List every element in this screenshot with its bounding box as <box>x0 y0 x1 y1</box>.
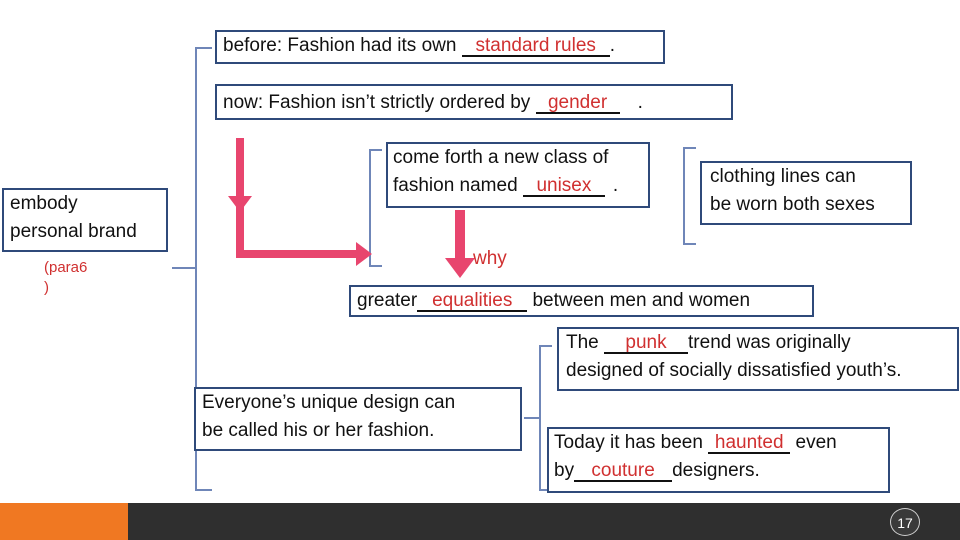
unisex-blank: unisex <box>522 175 605 197</box>
before-suffix: . <box>609 35 615 56</box>
unisex-bracket <box>369 149 382 267</box>
now-suffix: . <box>637 92 643 113</box>
punk-line-1: The punk trend was originally <box>566 329 951 357</box>
punk-blank: punk <box>604 332 689 354</box>
para-note-line-1: (para6 <box>44 259 88 276</box>
haunted-answer: haunted <box>714 432 784 453</box>
equality-answer: equalities <box>432 290 513 311</box>
before-blank: standard rules <box>461 35 610 57</box>
clothing-bracket <box>683 147 696 245</box>
equality-text: greater <box>357 290 418 311</box>
unique-line-2: be called his or her fashion. <box>202 420 435 441</box>
punk-text: The <box>566 332 605 353</box>
before-box: before: Fashion had its own standard rul… <box>215 30 665 64</box>
unisex-text: fashion named <box>393 175 523 196</box>
couture-answer: couture <box>591 460 655 481</box>
before-text: before: Fashion had its own <box>223 35 462 56</box>
haunted-blank: haunted <box>708 432 791 454</box>
clothing-line-2: be worn both sexes <box>710 194 875 215</box>
l-arrow-pink <box>236 138 372 266</box>
footer-accent-bar <box>0 503 128 540</box>
punk-line-2: designed of socially dissatisfied youth’… <box>566 360 902 381</box>
now-answer: gender <box>547 92 608 113</box>
clothing-line-1: clothing lines can <box>710 166 856 187</box>
para-note-line-2: ) <box>44 279 49 296</box>
haunted-text: Today it has been <box>554 432 709 453</box>
haunted-suffix: even <box>790 432 837 453</box>
equality-blank: equalities <box>417 290 528 312</box>
unisex-suffix: . <box>612 175 619 196</box>
now-box: now: Fashion isn’t strictly ordered by g… <box>215 84 733 120</box>
para-note: (para6 ) <box>44 258 87 298</box>
haunted-line-2: by couture designers. <box>554 457 882 485</box>
unisex-line-1: come forth a new class of <box>393 147 609 168</box>
haunted-box: Today it has been haunted even by couture… <box>547 427 890 493</box>
punk-suffix: trend was originally <box>688 332 851 353</box>
footer-bar <box>128 503 960 540</box>
couture-blank: couture <box>574 460 673 482</box>
equality-suffix: between men and women <box>527 290 751 311</box>
embody-box: embody personal brand <box>2 188 168 252</box>
punk-box: The punk trend was originally designed of… <box>557 327 959 391</box>
unique-line-1: Everyone’s unique design can <box>202 392 456 413</box>
unisex-line-2: fashion named unisex. <box>393 172 642 200</box>
now-text: now: Fashion isn’t strictly ordered by <box>223 92 536 113</box>
why-arrow-pink <box>445 210 475 278</box>
unisex-box: come forth a new class of fashion named … <box>386 142 650 208</box>
now-blank: gender <box>535 92 620 114</box>
equality-box: greater equalities between men and women <box>349 285 814 317</box>
before-answer: standard rules <box>475 35 596 56</box>
why-label: why <box>473 248 507 269</box>
page-number: 17 <box>890 508 920 536</box>
unique-design-box: Everyone’s unique design can be called h… <box>194 387 522 451</box>
embody-line-2: personal brand <box>10 221 137 242</box>
embody-line-1: embody <box>10 193 78 214</box>
punk-answer: punk <box>625 332 667 353</box>
unisex-answer: unisex <box>536 175 592 196</box>
haunted-line-1: Today it has been haunted even <box>554 429 882 457</box>
haunted-line2-suffix: designers. <box>672 460 760 481</box>
clothing-box: clothing lines can be worn both sexes <box>700 161 912 225</box>
haunted-line2-text: by <box>554 460 575 481</box>
